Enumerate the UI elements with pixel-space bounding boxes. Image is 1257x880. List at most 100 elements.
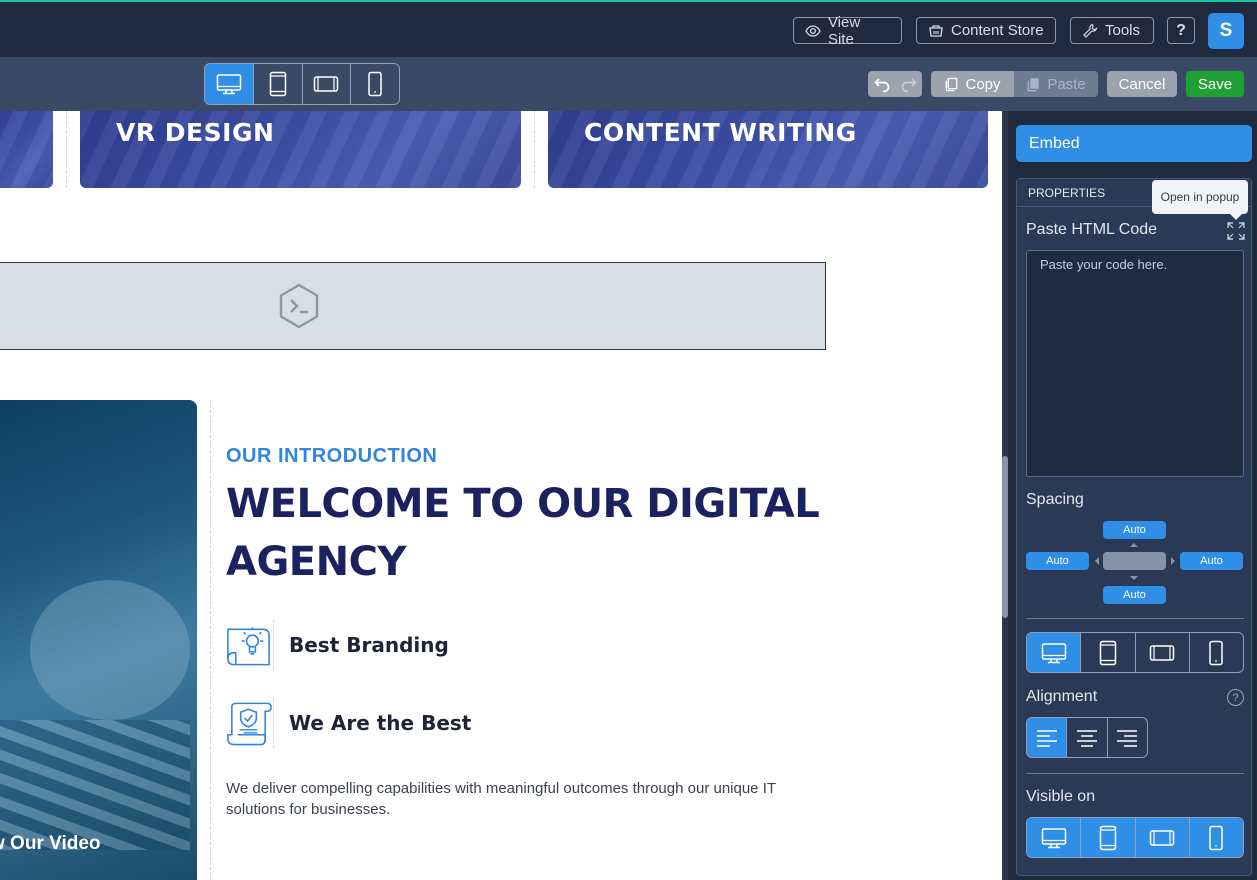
save-button[interactable]: Save	[1186, 71, 1244, 97]
visible-tablet-button[interactable]	[1081, 818, 1136, 857]
view-site-button[interactable]: View Site	[793, 14, 902, 48]
content-store-label: Content Store	[951, 22, 1044, 39]
mobile-icon	[1209, 825, 1224, 850]
editor-toolbar: Copy Paste Cancel Save	[0, 57, 1257, 111]
mobile-icon	[368, 71, 382, 97]
section-headline: WELCOME TO OUR DIGITAL AGENCY	[226, 481, 820, 585]
undo-button[interactable]	[868, 71, 895, 97]
eye-icon	[805, 24, 821, 37]
align-left-icon	[1036, 729, 1057, 747]
device-tablet-landscape-button[interactable]	[303, 64, 352, 104]
copy-button[interactable]: Copy	[931, 71, 1014, 97]
paste-button[interactable]: Paste	[1014, 71, 1098, 97]
expand-icon[interactable]	[1227, 222, 1245, 240]
terminal-icon	[279, 283, 319, 329]
spacing-label: Spacing	[1026, 491, 1084, 508]
undo-icon	[873, 78, 889, 93]
spacing-top-input[interactable]: Auto	[1103, 521, 1166, 539]
column-divider	[66, 111, 67, 188]
watch-video-label[interactable]: w Our Video	[0, 833, 101, 855]
tablet-landscape-icon	[1149, 644, 1175, 661]
copy-icon	[946, 77, 958, 91]
tablet-icon	[1099, 825, 1117, 850]
column-divider	[534, 111, 535, 188]
panel-device-mobile-button[interactable]	[1190, 633, 1243, 672]
spacing-right-input[interactable]: Auto	[1180, 552, 1243, 570]
divider	[1026, 773, 1244, 774]
undo-redo-group	[868, 71, 922, 97]
service-card-vr-design[interactable]: VR DESIGN	[80, 111, 521, 188]
tools-button[interactable]: Tools	[1070, 17, 1154, 44]
wrench-icon	[1083, 23, 1098, 38]
view-site-label: View Site	[827, 13, 861, 48]
device-switcher	[204, 63, 400, 105]
visible-mobile-button[interactable]	[1189, 818, 1243, 857]
panel-device-tablet-button[interactable]	[1081, 633, 1136, 672]
cancel-button[interactable]: Cancel	[1107, 71, 1177, 97]
card-title: VR DESIGN	[116, 118, 275, 147]
align-center-icon	[1076, 729, 1097, 747]
service-card-content-writing[interactable]: CONTENT WRITING	[548, 111, 988, 188]
alignment-switcher	[1026, 717, 1148, 758]
page-canvas: VR DESIGN CONTENT WRITING w Our Video OU…	[0, 111, 1002, 880]
service-card-partial[interactable]	[0, 111, 53, 188]
section-eyebrow: OUR INTRODUCTION	[226, 445, 438, 467]
arrow-down-icon	[1130, 576, 1138, 580]
mobile-icon	[1209, 640, 1224, 665]
feature-item: We Are the Best	[224, 697, 624, 749]
device-tablet-button[interactable]	[254, 64, 303, 104]
paste-label: Paste	[1047, 75, 1086, 93]
html-code-input[interactable]	[1026, 250, 1244, 477]
help-button[interactable]: ?	[1167, 17, 1195, 44]
content-store-button[interactable]: Content Store	[916, 17, 1056, 44]
align-left-button[interactable]	[1027, 718, 1068, 757]
user-avatar[interactable]: S	[1208, 13, 1244, 49]
arrow-up-icon	[1130, 543, 1138, 547]
spacing-left-input[interactable]: Auto	[1026, 552, 1089, 570]
video-thumbnail[interactable]: w Our Video	[0, 400, 197, 880]
desktop-icon	[1041, 827, 1066, 848]
copy-label: Copy	[965, 75, 1001, 93]
align-center-button[interactable]	[1067, 718, 1108, 757]
panel-device-desktop-button[interactable]	[1027, 633, 1082, 672]
tools-label: Tools	[1105, 22, 1141, 39]
top-bar: View Site Content Store Tools ? S	[0, 0, 1257, 57]
open-in-popup-tooltip: Open in popup	[1152, 180, 1248, 220]
alignment-label: Alignment	[1026, 688, 1098, 705]
embed-tab[interactable]: Embed	[1016, 125, 1252, 162]
certificate-shield-icon	[227, 702, 272, 746]
spacing-bottom-input[interactable]: Auto	[1103, 586, 1166, 604]
tablet-icon	[269, 71, 286, 97]
embed-block-placeholder[interactable]	[0, 262, 826, 350]
column-divider	[210, 400, 211, 880]
feature-label: We Are the Best	[289, 711, 472, 735]
feature-label: Best Branding	[289, 633, 449, 657]
section-paragraph: We deliver compelling capabilities with …	[226, 780, 776, 818]
visible-tablet-landscape-button[interactable]	[1135, 818, 1190, 857]
desktop-icon	[216, 74, 242, 95]
panel-device-tablet-landscape-button[interactable]	[1136, 633, 1190, 672]
tablet-landscape-icon	[314, 76, 339, 92]
paste-icon	[1028, 77, 1039, 91]
store-basket-icon	[929, 24, 943, 37]
visibility-switcher	[1026, 817, 1244, 858]
card-title: CONTENT WRITING	[584, 118, 857, 147]
device-mobile-button[interactable]	[351, 64, 399, 104]
device-desktop-button[interactable]	[205, 64, 254, 104]
tablet-icon	[1099, 640, 1117, 665]
divider	[1026, 618, 1244, 619]
align-right-icon	[1117, 729, 1138, 747]
arrow-right-icon	[1171, 557, 1175, 565]
redo-icon	[901, 78, 917, 93]
alignment-help-icon[interactable]: ?	[1227, 689, 1244, 706]
redo-button[interactable]	[895, 71, 922, 97]
desktop-icon	[1041, 642, 1066, 663]
align-right-button[interactable]	[1108, 718, 1147, 757]
lightbulb-blueprint-icon	[227, 627, 270, 666]
visible-on-label: Visible on	[1026, 788, 1096, 805]
visible-desktop-button[interactable]	[1027, 818, 1082, 857]
arrow-left-icon	[1095, 557, 1099, 565]
spacing-center	[1103, 552, 1166, 570]
panel-device-switcher	[1026, 632, 1244, 673]
tablet-landscape-icon	[1149, 829, 1175, 846]
